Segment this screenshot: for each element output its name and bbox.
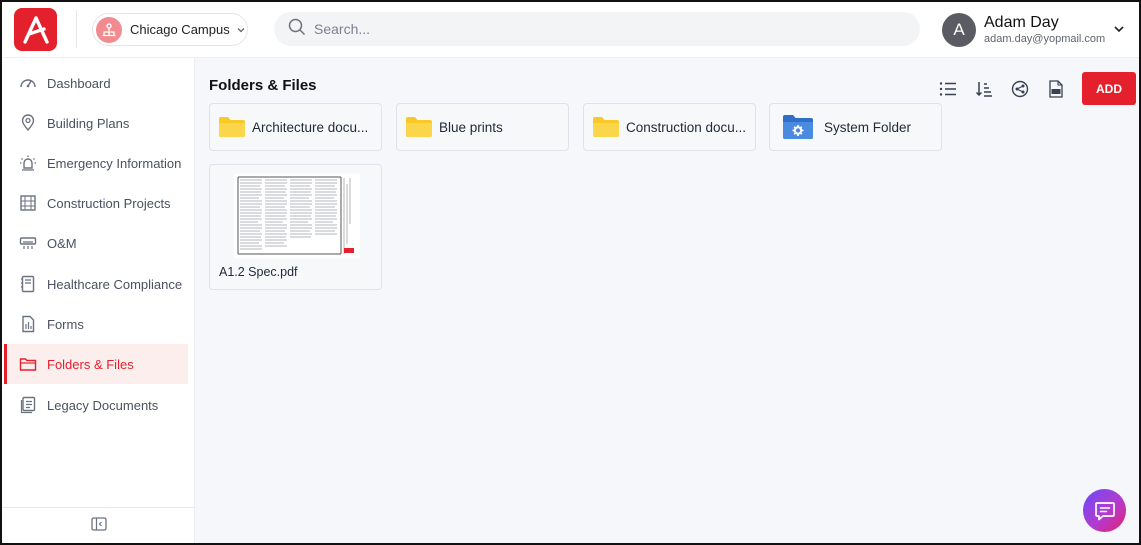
main-content: Folders & Files ADD Architecture docu...… [195, 58, 1139, 543]
chat-bubble-icon [1094, 501, 1115, 520]
folder-name: System Folder [824, 119, 912, 135]
folder-icon [593, 117, 619, 137]
chat-support-button[interactable] [1083, 489, 1126, 532]
folder-card[interactable]: Blue prints [396, 103, 569, 151]
chevron-down-icon[interactable] [1112, 22, 1126, 41]
sidebar-item-folders-files[interactable]: Folders & Files [4, 344, 188, 384]
list-icon [939, 81, 956, 96]
folder-card[interactable]: Architecture docu... [209, 103, 382, 151]
sidebar-footer [2, 507, 195, 543]
sidebar-item-label: Healthcare Compliance [47, 276, 183, 292]
sidebar-item-dashboard[interactable]: Dashboard [4, 63, 188, 103]
sort-icon [975, 81, 992, 97]
folder-name: Construction docu... [626, 119, 747, 135]
search-bar[interactable] [274, 12, 920, 46]
top-header: Chicago Campus A Adam Day adam.day@yopma… [2, 2, 1139, 58]
building-icon [18, 193, 38, 213]
campus-icon [96, 16, 122, 43]
export-xls-button[interactable] [1038, 74, 1074, 104]
user-menu[interactable]: A Adam Day adam.day@yopmail.com [942, 10, 1132, 50]
alarm-light-icon [18, 153, 38, 173]
folder-icon [18, 354, 38, 374]
avatar: A [942, 13, 976, 47]
system-folder-icon [783, 115, 813, 139]
sidebar-item-label: Building Plans [47, 115, 130, 131]
gauge-icon [18, 73, 38, 93]
folder-name: Architecture docu... [252, 119, 369, 135]
share-button[interactable] [1002, 74, 1038, 104]
sidebar-item-label: Legacy Documents [47, 397, 159, 413]
toolbar: ADD [930, 72, 1136, 105]
app-window: Chicago Campus A Adam Day adam.day@yopma… [0, 0, 1141, 545]
folder-icon [219, 117, 245, 137]
sidebar-item-label: O&M [47, 235, 77, 251]
folder-name: Blue prints [439, 119, 503, 135]
search-input[interactable] [314, 21, 894, 37]
folder-card[interactable]: Construction docu... [583, 103, 756, 151]
sidebar-item-label: Dashboard [47, 75, 111, 91]
search-icon [288, 18, 306, 41]
sidebar-item-forms[interactable]: Forms [4, 304, 188, 344]
user-email: adam.day@yopmail.com [984, 33, 1106, 45]
documents-stack-icon [18, 395, 38, 415]
sidebar-item-emergency-information[interactable]: Emergency Information [4, 143, 188, 183]
sort-button[interactable] [966, 74, 1002, 104]
sidebar-item-label: Forms [47, 316, 84, 332]
sidebar-item-healthcare-compliance[interactable]: Healthcare Compliance [4, 264, 188, 304]
list-view-button[interactable] [930, 74, 966, 104]
air-conditioner-icon [18, 233, 38, 253]
share-icon [1011, 80, 1029, 97]
folder-icon [406, 117, 432, 137]
collapse-sidebar-icon[interactable] [90, 517, 107, 536]
chevron-down-icon [236, 25, 246, 35]
logo-a-icon [22, 15, 49, 44]
map-pin-icon [18, 113, 38, 133]
header-divider [76, 10, 77, 48]
pdf-thumbnail [234, 174, 360, 258]
add-button[interactable]: ADD [1082, 72, 1136, 105]
campus-label: Chicago Campus [130, 22, 230, 37]
page-title: Folders & Files [209, 77, 317, 94]
app-logo[interactable] [14, 8, 57, 51]
user-name: Adam Day [984, 14, 1059, 31]
folder-card-system[interactable]: System Folder [769, 103, 942, 151]
sidebar-item-label: Folders & Files [47, 356, 134, 372]
sidebar-item-label: Construction Projects [47, 195, 171, 211]
sidebar: Dashboard Building Plans Emergency Infor… [2, 58, 195, 543]
xls-file-icon [1049, 79, 1063, 98]
file-card[interactable]: A1.2 Spec.pdf [209, 164, 382, 290]
sidebar-item-label: Emergency Information [47, 155, 182, 171]
user-info: Adam Day adam.day@yopmail.com [984, 14, 1105, 46]
file-name: A1.2 Spec.pdf [219, 265, 298, 279]
form-document-icon [18, 314, 38, 334]
campus-selector[interactable]: Chicago Campus [92, 13, 248, 46]
sidebar-item-building-plans[interactable]: Building Plans [4, 103, 188, 143]
notebook-icon [18, 274, 38, 294]
sidebar-item-construction-projects[interactable]: Construction Projects [4, 183, 188, 223]
sidebar-item-legacy-documents[interactable]: Legacy Documents [4, 385, 188, 425]
sidebar-item-o-and-m[interactable]: O&M [4, 223, 188, 263]
